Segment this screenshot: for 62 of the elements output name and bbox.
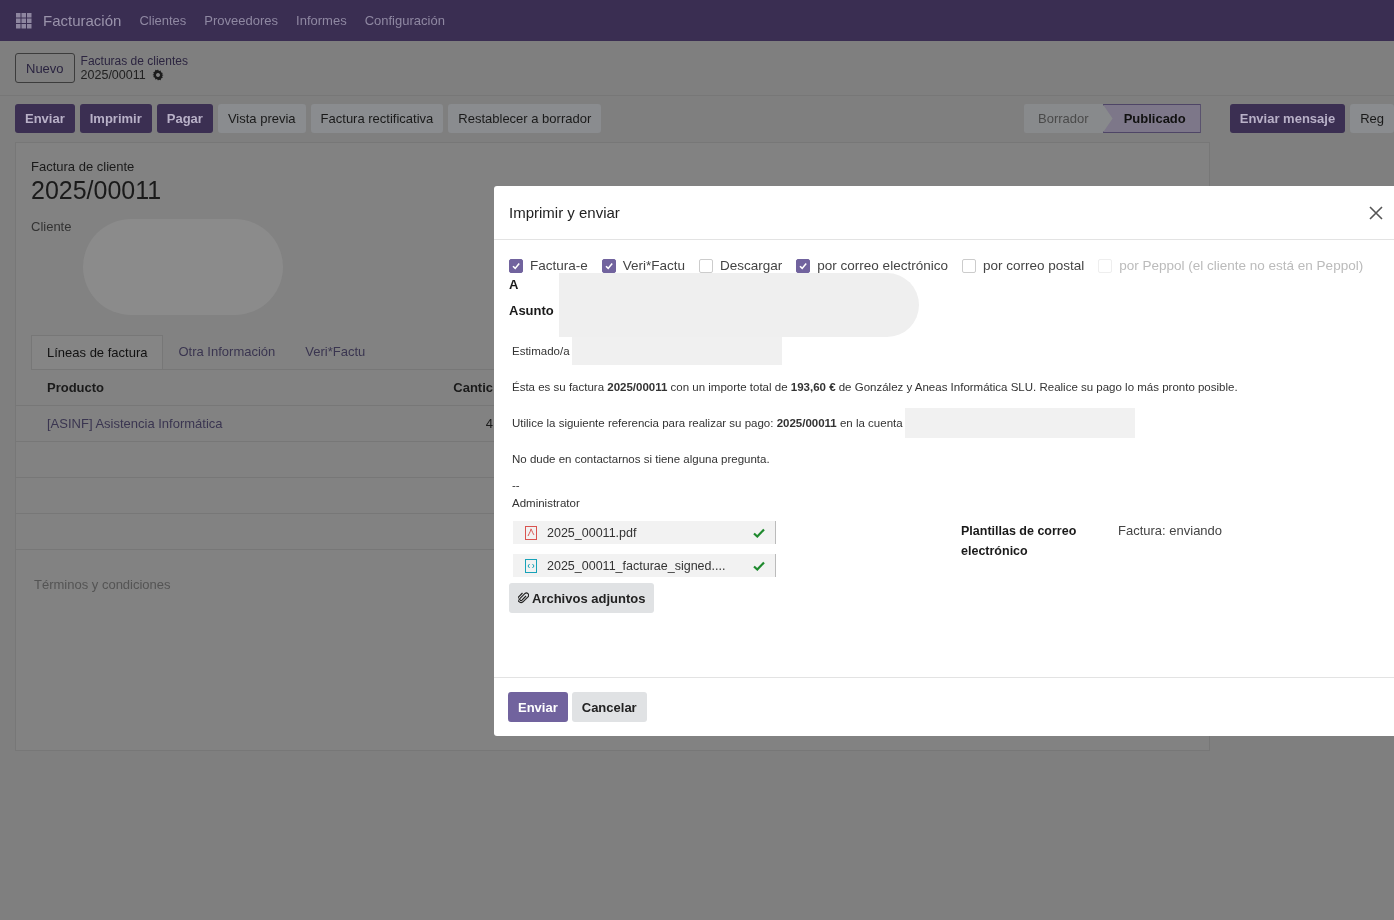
dialog-title: Imprimir y enviar: [509, 204, 620, 221]
attachment-chip[interactable]: 2025_00011_facturae_signed....: [513, 554, 776, 577]
column-header: Cantic: [453, 380, 493, 395]
signature-text: Administrator: [512, 497, 581, 511]
dialog-button[interactable]: Enviar: [508, 692, 568, 722]
new-button[interactable]: Nuevo: [15, 53, 75, 83]
table-cell-text: [ASINF] Asistencia Informática: [46, 416, 224, 431]
action-button[interactable]: Vista previa: [217, 104, 306, 133]
nav-menu-item[interactable]: Configuración: [364, 13, 445, 28]
close-icon[interactable]: [1369, 205, 1383, 220]
checkbox-label: Veri*Factu: [622, 258, 686, 273]
column-header: Producto: [46, 380, 106, 395]
nav-menu-item[interactable]: Informes: [296, 13, 347, 28]
record-name: 2025/00011: [80, 68, 146, 82]
greeting-text: Estimado/a: [512, 345, 570, 357]
attach-files-button[interactable]: Archivos adjuntos: [509, 583, 655, 613]
field-value[interactable]: Factura: enviando: [1118, 521, 1223, 613]
action-button[interactable]: Pagar: [156, 104, 213, 133]
checkbox-label: Factura-e: [530, 258, 588, 273]
field-label: Plantillas de correo electrónico: [961, 523, 1078, 560]
action-button[interactable]: Factura rectificativa: [310, 104, 444, 133]
apps-grid-icon[interactable]: [16, 12, 32, 29]
invoice-number: 2025/00011: [31, 176, 163, 205]
checkbox-label: por Peppol (el cliente no está en Peppol): [1119, 258, 1364, 273]
status-step[interactable]: Publicado: [1102, 104, 1201, 133]
code-file-icon: [525, 558, 537, 573]
form-tab[interactable]: Líneas de factura: [31, 335, 164, 369]
checkbox-label: por correo postal: [982, 258, 1085, 273]
check-icon: [798, 260, 809, 271]
nav-menu-item[interactable]: Clientes: [139, 13, 187, 28]
check-icon: [603, 260, 614, 271]
field-label: Cliente: [31, 219, 72, 236]
nav-menu-item[interactable]: Proveedores: [204, 13, 279, 28]
body-paragraph: Utilice la siguiente referencia para realizar su pago: 2025/00011 en la cuenta: [512, 417, 903, 429]
action-button[interactable]: Enviar: [15, 104, 75, 133]
breadcrumb-link[interactable]: Facturas de clientes: [80, 54, 188, 68]
checkbox[interactable]: [509, 258, 523, 273]
checkbox-label: Descargar: [720, 258, 783, 273]
check-icon: [511, 260, 521, 271]
app-title[interactable]: Facturación: [43, 12, 122, 29]
status-step[interactable]: Borrador: [1024, 104, 1103, 133]
checkbox[interactable]: [796, 258, 811, 273]
chatter-button[interactable]: Reg: [1350, 104, 1394, 133]
action-button[interactable]: Imprimir: [79, 104, 152, 133]
body-paragraph: No dude en contactarnos si tiene alguna pregunta.: [512, 453, 770, 465]
signature-separator: --: [512, 479, 521, 493]
field-label: A: [509, 276, 519, 292]
gear-icon[interactable]: [151, 69, 164, 81]
dialog-button[interactable]: Cancelar: [571, 692, 647, 722]
table-cell: 4: [485, 416, 493, 431]
action-button[interactable]: Restablecer a borrador: [448, 104, 602, 133]
field-label: Asunto: [509, 302, 554, 318]
attachment-chip[interactable]: 2025_00011.pdf: [513, 521, 776, 544]
body-paragraph: Ésta es su factura 2025/00011 con un importe total de 193,60 € de González y Aneas Informática SLU. Realice su pago lo más pronto posible.: [512, 381, 1238, 393]
checkbox-label: por correo electrónico: [817, 258, 948, 273]
form-tab[interactable]: Otra Información: [163, 335, 291, 369]
chatter-button[interactable]: Enviar mensaje: [1229, 104, 1346, 133]
pdf-file-icon: [525, 525, 537, 540]
form-subtitle: Factura de cliente: [31, 159, 136, 174]
checkbox[interactable]: [601, 258, 616, 273]
paperclip-icon: [518, 592, 529, 604]
form-tab[interactable]: Veri*Factu: [290, 335, 381, 369]
